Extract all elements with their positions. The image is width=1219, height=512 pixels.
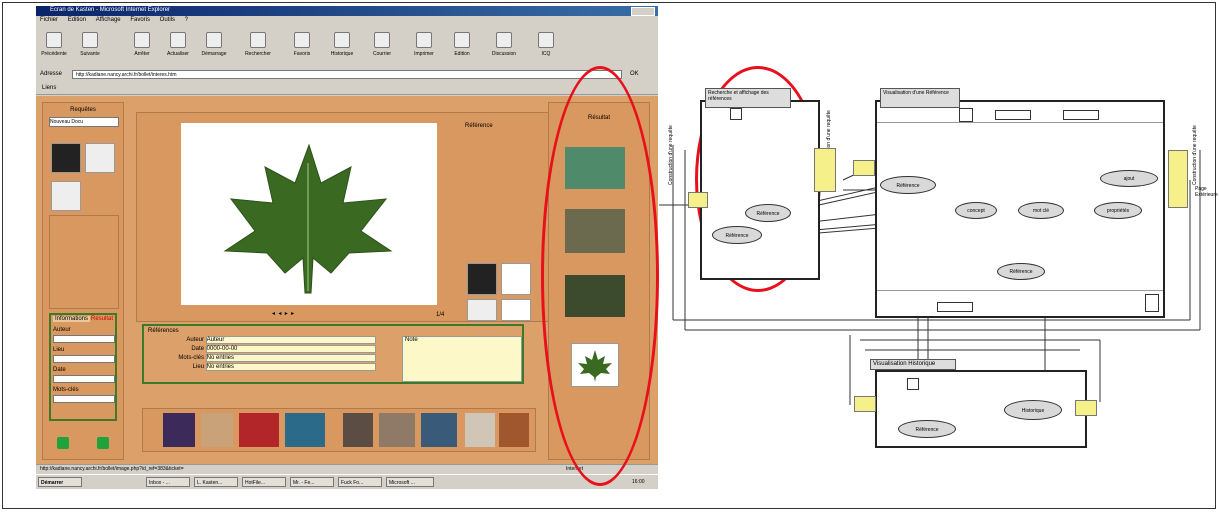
field-box	[995, 110, 1031, 120]
window-icon	[959, 108, 973, 122]
link-connector	[814, 148, 836, 192]
window-icon	[730, 108, 742, 120]
field-box	[937, 302, 973, 312]
reference-view-label: Visualisation d'une Référence	[880, 88, 960, 108]
ellipse-reference-main[interactable]: Référence	[880, 176, 936, 194]
ellipse-keyword[interactable]: mot clé	[1018, 202, 1064, 219]
link-connector	[853, 160, 875, 176]
link-connector	[854, 396, 876, 412]
link-connector	[1075, 400, 1097, 416]
ellipse-ajout[interactable]: ajout	[1100, 170, 1158, 187]
ellipse-concept[interactable]: concept	[955, 202, 997, 219]
divider	[877, 122, 1163, 123]
construction-label-right: Construction d'une requête	[1192, 125, 1198, 185]
field-box	[1063, 110, 1099, 120]
search-display-box	[700, 100, 820, 280]
ellipse-properties[interactable]: propriétés	[1094, 202, 1142, 219]
link-connector	[1168, 150, 1188, 208]
ellipse-reference-1[interactable]: Référence	[745, 204, 791, 222]
ellipse-history-reference[interactable]: Référence	[898, 420, 956, 438]
search-display-label: Recherche et affichage des références	[705, 88, 791, 108]
link-connector	[688, 192, 708, 208]
construction-label-left: Construction d'une requête	[668, 125, 674, 185]
ellipse-reference-2[interactable]: Référence	[712, 226, 762, 244]
window-icon	[907, 378, 919, 390]
history-view-label: Visualisation Historique	[870, 359, 956, 370]
external-page-label: Page Extérieure	[1195, 186, 1218, 198]
thumbnail-box	[1145, 294, 1159, 312]
divider	[877, 290, 1163, 291]
ellipse-reference-bottom[interactable]: Référence	[997, 263, 1045, 280]
ellipse-history[interactable]: Historique	[1004, 400, 1062, 420]
